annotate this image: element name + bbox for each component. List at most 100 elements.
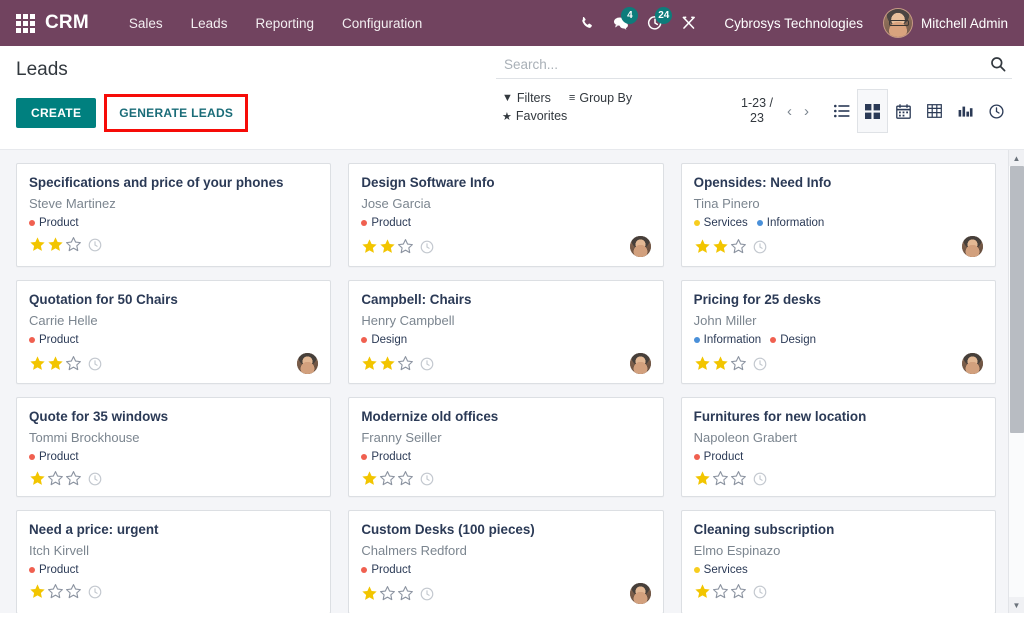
kanban-card[interactable]: Custom Desks (100 pieces)Chalmers Redfor… bbox=[348, 510, 663, 613]
priority-star-icon[interactable] bbox=[397, 238, 414, 255]
activity-clock-icon[interactable] bbox=[88, 585, 102, 599]
kanban-card[interactable]: Pricing for 25 desksJohn Miller Informat… bbox=[681, 280, 996, 384]
pager-next-button[interactable]: › bbox=[799, 101, 814, 122]
pager-previous-button[interactable]: ‹ bbox=[782, 101, 797, 122]
priority-star-icon[interactable] bbox=[730, 583, 747, 600]
priority-star-icon[interactable] bbox=[379, 585, 396, 602]
card-priority-stars[interactable] bbox=[29, 355, 82, 372]
kanban-card[interactable]: Opensides: Need InfoTina Pinero Services… bbox=[681, 163, 996, 267]
generate-leads-button[interactable]: GENERATE LEADS bbox=[109, 99, 243, 127]
menu-sales[interactable]: Sales bbox=[115, 10, 177, 37]
view-graph-button[interactable] bbox=[950, 89, 981, 133]
priority-star-icon[interactable] bbox=[730, 238, 747, 255]
card-priority-stars[interactable] bbox=[694, 470, 747, 487]
priority-star-icon[interactable] bbox=[730, 355, 747, 372]
priority-star-icon[interactable] bbox=[47, 236, 64, 253]
kanban-card[interactable]: Specifications and price of your phonesS… bbox=[16, 163, 331, 267]
view-pivot-button[interactable] bbox=[919, 89, 950, 133]
kanban-card[interactable]: Design Software InfoJose Garcia Product bbox=[348, 163, 663, 267]
priority-star-icon[interactable] bbox=[47, 470, 64, 487]
activity-clock-icon[interactable] bbox=[753, 357, 767, 371]
priority-star-icon[interactable] bbox=[712, 583, 729, 600]
priority-star-icon[interactable] bbox=[47, 583, 64, 600]
priority-star-icon[interactable] bbox=[712, 470, 729, 487]
card-priority-stars[interactable] bbox=[29, 470, 82, 487]
priority-star-icon[interactable] bbox=[397, 585, 414, 602]
priority-star-icon[interactable] bbox=[730, 470, 747, 487]
priority-star-icon[interactable] bbox=[65, 470, 82, 487]
card-priority-stars[interactable] bbox=[361, 238, 414, 255]
card-priority-stars[interactable] bbox=[694, 355, 747, 372]
priority-star-icon[interactable] bbox=[361, 585, 378, 602]
card-priority-stars[interactable] bbox=[29, 583, 82, 600]
scrollbar-thumb[interactable] bbox=[1010, 166, 1024, 433]
activity-clock-icon[interactable] bbox=[420, 357, 434, 371]
card-assignee-avatar[interactable] bbox=[630, 353, 651, 374]
priority-star-icon[interactable] bbox=[712, 355, 729, 372]
priority-star-icon[interactable] bbox=[712, 238, 729, 255]
card-assignee-avatar[interactable] bbox=[630, 583, 651, 604]
scroll-up-arrow-icon[interactable]: ▲ bbox=[1009, 150, 1024, 166]
activity-clock-icon[interactable] bbox=[753, 585, 767, 599]
view-kanban-button[interactable] bbox=[857, 89, 888, 133]
kanban-card[interactable]: Cleaning subscriptionElmo Espinazo Servi… bbox=[681, 510, 996, 613]
company-name[interactable]: Cybrosys Technologies bbox=[712, 10, 875, 37]
user-menu[interactable]: Mitchell Admin bbox=[875, 4, 1014, 42]
card-assignee-avatar[interactable] bbox=[962, 236, 983, 257]
menu-reporting[interactable]: Reporting bbox=[241, 10, 328, 37]
priority-star-icon[interactable] bbox=[694, 470, 711, 487]
activity-clock-icon[interactable] bbox=[420, 240, 434, 254]
activity-clock-icon[interactable] bbox=[753, 240, 767, 254]
menu-configuration[interactable]: Configuration bbox=[328, 10, 436, 37]
search-bar[interactable] bbox=[496, 52, 1012, 79]
kanban-card[interactable]: Modernize old officesFranny Seiller Prod… bbox=[348, 397, 663, 497]
card-assignee-avatar[interactable] bbox=[297, 353, 318, 374]
activity-clock-icon[interactable] bbox=[420, 472, 434, 486]
priority-star-icon[interactable] bbox=[694, 355, 711, 372]
messages-icon[interactable]: 4 bbox=[604, 6, 638, 40]
priority-star-icon[interactable] bbox=[379, 238, 396, 255]
priority-star-icon[interactable] bbox=[361, 238, 378, 255]
card-priority-stars[interactable] bbox=[694, 583, 747, 600]
kanban-card[interactable]: Quote for 35 windowsTommi Brockhouse Pro… bbox=[16, 397, 331, 497]
group-by-menu[interactable]: ≡ Group By bbox=[569, 89, 632, 107]
priority-star-icon[interactable] bbox=[29, 583, 46, 600]
priority-star-icon[interactable] bbox=[29, 355, 46, 372]
card-priority-stars[interactable] bbox=[361, 585, 414, 602]
view-activity-button[interactable] bbox=[981, 89, 1012, 133]
activity-clock-icon[interactable] bbox=[88, 357, 102, 371]
activity-clock-icon[interactable] bbox=[88, 472, 102, 486]
priority-star-icon[interactable] bbox=[65, 355, 82, 372]
activity-clock-icon[interactable] bbox=[420, 587, 434, 601]
app-brand-crm[interactable]: CRM bbox=[45, 12, 89, 34]
pager-count[interactable]: 1-23 / 23 bbox=[734, 96, 780, 126]
priority-star-icon[interactable] bbox=[47, 355, 64, 372]
kanban-card[interactable]: Campbell: ChairsHenry Campbell Design bbox=[348, 280, 663, 384]
activity-clock-icon[interactable] bbox=[88, 238, 102, 252]
priority-star-icon[interactable] bbox=[29, 236, 46, 253]
kanban-card[interactable]: Furnitures for new locationNapoleon Grab… bbox=[681, 397, 996, 497]
priority-star-icon[interactable] bbox=[361, 355, 378, 372]
priority-star-icon[interactable] bbox=[694, 238, 711, 255]
view-calendar-button[interactable] bbox=[888, 89, 919, 133]
apps-grid-icon[interactable] bbox=[14, 12, 36, 34]
priority-star-icon[interactable] bbox=[65, 236, 82, 253]
favorites-menu[interactable]: ★ Favorites bbox=[502, 107, 567, 125]
activities-clock-icon[interactable]: 24 bbox=[638, 6, 672, 40]
card-priority-stars[interactable] bbox=[29, 236, 82, 253]
kanban-scrollbar[interactable]: ▲ ▼ bbox=[1008, 150, 1024, 613]
priority-star-icon[interactable] bbox=[29, 470, 46, 487]
phone-icon[interactable] bbox=[570, 6, 604, 40]
activity-clock-icon[interactable] bbox=[753, 472, 767, 486]
priority-star-icon[interactable] bbox=[379, 355, 396, 372]
scrollbar-track[interactable] bbox=[1009, 166, 1024, 597]
developer-tools-icon[interactable] bbox=[672, 6, 706, 40]
search-icon[interactable] bbox=[986, 56, 1010, 72]
kanban-card[interactable]: Need a price: urgentItch Kirvell Product bbox=[16, 510, 331, 613]
priority-star-icon[interactable] bbox=[397, 470, 414, 487]
create-button[interactable]: CREATE bbox=[16, 98, 96, 128]
priority-star-icon[interactable] bbox=[361, 470, 378, 487]
search-input[interactable] bbox=[504, 57, 986, 72]
priority-star-icon[interactable] bbox=[65, 583, 82, 600]
priority-star-icon[interactable] bbox=[379, 470, 396, 487]
